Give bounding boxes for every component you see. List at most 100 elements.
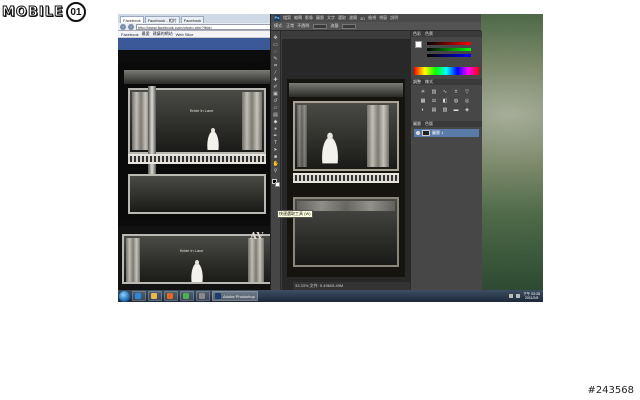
pen-tool-icon[interactable]: ✒ bbox=[273, 133, 279, 139]
photo-filter-icon[interactable]: ◍ bbox=[452, 98, 460, 104]
vibrance-icon[interactable]: ▽ bbox=[463, 89, 471, 95]
curves-icon[interactable]: ∿ bbox=[441, 89, 449, 95]
invert-icon[interactable]: ◐ bbox=[419, 107, 427, 113]
browser-window: Facebook Facebook - 相片 Facebook ‹ › http… bbox=[118, 14, 276, 290]
thumbnail-curtain-left bbox=[126, 238, 140, 282]
opacity-field[interactable] bbox=[313, 23, 328, 29]
quick-select-tool-icon[interactable]: ✎ bbox=[273, 56, 279, 62]
color-swatches[interactable] bbox=[271, 179, 280, 187]
browser-tab[interactable]: Facebook bbox=[180, 16, 205, 23]
type-tool-icon[interactable]: T bbox=[273, 140, 279, 146]
menu-item[interactable]: 選取 bbox=[338, 15, 346, 21]
browser-tab[interactable]: Facebook bbox=[120, 16, 144, 23]
tab-channels[interactable]: 色版 bbox=[425, 121, 433, 127]
brightness-icon[interactable]: ☀ bbox=[419, 89, 427, 95]
bookmark-item[interactable]: Web Slice bbox=[176, 32, 194, 37]
browser-photo-thumbnail[interactable]: Bride in Lace AV bbox=[118, 226, 276, 290]
forward-button[interactable]: › bbox=[128, 23, 134, 30]
layer-thumbnail bbox=[422, 130, 430, 136]
taskbar-item[interactable] bbox=[164, 291, 178, 301]
menu-item[interactable]: 3D bbox=[360, 16, 365, 21]
taskbar-item[interactable] bbox=[180, 291, 194, 301]
brush-tool-icon[interactable]: ✐ bbox=[273, 84, 279, 90]
crop-tool-icon[interactable]: ⌗ bbox=[273, 63, 279, 69]
taskbar-item[interactable] bbox=[132, 291, 146, 301]
menu-item[interactable]: 檔案 bbox=[283, 15, 291, 21]
zoom-tool-icon[interactable]: ⚲ bbox=[273, 168, 279, 174]
tab-layers[interactable]: 圖層 bbox=[413, 121, 421, 127]
panel-foreground-swatch[interactable] bbox=[415, 41, 422, 48]
browser-tab[interactable]: Facebook - 相片 bbox=[144, 16, 180, 23]
menu-item[interactable]: 圖層 bbox=[316, 15, 324, 21]
taskbar-item[interactable] bbox=[196, 291, 210, 301]
media-icon bbox=[167, 293, 173, 299]
layers-panel-header: 圖層 色版 bbox=[411, 121, 482, 127]
threshold-icon[interactable]: ▨ bbox=[441, 107, 449, 113]
back-button[interactable]: ‹ bbox=[120, 23, 126, 30]
bookmark-item[interactable]: Facebook bbox=[121, 32, 139, 37]
menu-item[interactable]: 濾鏡 bbox=[349, 15, 357, 21]
gradient-tool-icon[interactable]: ▤ bbox=[273, 112, 279, 118]
menu-item[interactable]: 文字 bbox=[327, 15, 335, 21]
mode-select[interactable]: 正常 bbox=[286, 23, 294, 29]
selective-color-icon[interactable]: ◈ bbox=[463, 107, 471, 113]
tool-tooltip: 快速選取工具 (W) bbox=[277, 210, 313, 218]
healing-tool-icon[interactable]: ✚ bbox=[273, 77, 279, 83]
menu-item[interactable]: 說明 bbox=[390, 15, 398, 21]
black-white-icon[interactable]: ◧ bbox=[441, 98, 449, 104]
dodge-tool-icon[interactable]: ● bbox=[273, 126, 279, 132]
levels-icon[interactable]: ▥ bbox=[430, 89, 438, 95]
browser-photo[interactable]: Bride in Lace bbox=[118, 62, 276, 220]
eyedropper-tool-icon[interactable]: ⁄ bbox=[273, 70, 279, 76]
logo-mark: 01 bbox=[65, 2, 86, 22]
hand-tool-icon[interactable]: ✋ bbox=[273, 161, 279, 167]
marquee-tool-icon[interactable]: ▭ bbox=[273, 42, 279, 48]
tab-styles[interactable]: 樣式 bbox=[425, 79, 433, 85]
browser-tab-bar: Facebook Facebook - 相片 Facebook bbox=[118, 14, 275, 23]
taskbar-item-photoshop[interactable]: Adobe Photoshop bbox=[212, 291, 258, 301]
blur-tool-icon[interactable]: ◆ bbox=[273, 119, 279, 125]
lasso-tool-icon[interactable]: ◌ bbox=[273, 49, 279, 55]
history-brush-tool-icon[interactable]: ↺ bbox=[273, 98, 279, 104]
thumbnail-bride bbox=[190, 260, 204, 282]
photo-caption: Bride in Lace bbox=[190, 108, 214, 113]
bookmark-item[interactable]: 建議的網站 bbox=[153, 31, 173, 37]
network-icon[interactable] bbox=[509, 294, 514, 298]
channel-mixer-icon[interactable]: ◎ bbox=[463, 98, 471, 104]
hue-saturation-icon[interactable]: ▦ bbox=[419, 98, 427, 104]
menu-item[interactable]: 檢視 bbox=[368, 15, 376, 21]
gradient-map-icon[interactable]: ▬ bbox=[452, 107, 460, 113]
opacity-label: 不透明: bbox=[297, 23, 311, 28]
menu-item[interactable]: 編輯 bbox=[294, 15, 302, 21]
stamp-tool-icon[interactable]: ▣ bbox=[273, 91, 279, 97]
photoshop-window: Ps 檔案 編輯 影像 圖層 文字 選取 濾鏡 3D 檢視 視窗 說明 模式: … bbox=[270, 14, 482, 290]
flow-field[interactable] bbox=[342, 23, 357, 29]
color-balance-icon[interactable]: ⚖ bbox=[430, 98, 438, 104]
layer-row[interactable]: 圖層 1 bbox=[414, 129, 479, 137]
start-button[interactable] bbox=[119, 290, 130, 302]
color-spectrum[interactable] bbox=[414, 67, 479, 75]
path-select-tool-icon[interactable]: ➤ bbox=[273, 147, 279, 153]
red-slider[interactable] bbox=[427, 42, 471, 45]
exposure-icon[interactable]: ± bbox=[452, 89, 460, 95]
background-color[interactable] bbox=[274, 182, 280, 187]
menu-item[interactable]: 視窗 bbox=[379, 15, 387, 21]
logo-text: MOBILE bbox=[2, 4, 64, 20]
taskbar-clock[interactable]: 下午 03:28 2011/2/8 bbox=[523, 292, 540, 300]
shape-tool-icon[interactable]: ■ bbox=[273, 154, 279, 160]
address-bar[interactable]: http://www.facebook.com/photo.php?fbid= bbox=[136, 23, 273, 30]
document-canvas[interactable] bbox=[287, 79, 405, 277]
move-tool-icon[interactable]: ✥ bbox=[273, 35, 279, 41]
layer-visibility-eye-icon[interactable] bbox=[416, 131, 420, 135]
bookmark-item[interactable]: 最愛 bbox=[142, 31, 150, 37]
taskbar-item[interactable] bbox=[148, 291, 162, 301]
bookmarks-bar: Facebook 最愛 建議的網站 Web Slice bbox=[118, 31, 275, 38]
green-slider[interactable] bbox=[427, 48, 471, 51]
posterize-icon[interactable]: ▤ bbox=[430, 107, 438, 113]
menu-item[interactable]: 影像 bbox=[305, 15, 313, 21]
volume-icon[interactable] bbox=[516, 294, 521, 298]
eraser-tool-icon[interactable]: ▱ bbox=[273, 105, 279, 111]
photographer-initials: AV bbox=[250, 232, 264, 242]
blue-slider[interactable] bbox=[427, 54, 471, 57]
tab-adjustments[interactable]: 調整 bbox=[413, 79, 421, 85]
